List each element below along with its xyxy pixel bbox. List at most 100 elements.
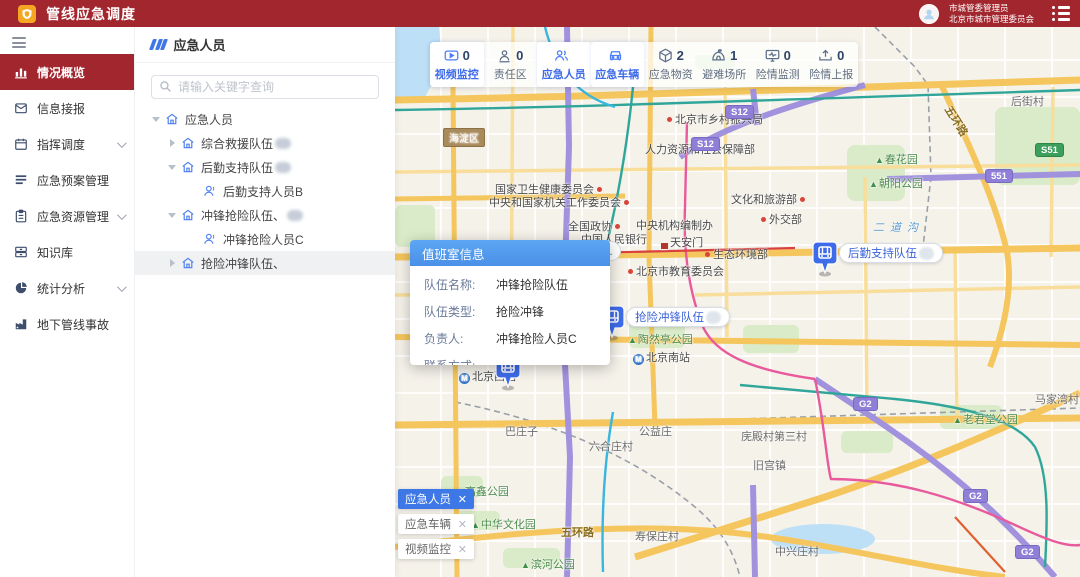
person-icon [203,184,217,198]
chip-video[interactable]: 视频监控✕ [398,539,474,559]
marker-label-logistics-team[interactable]: 后勤支持队伍 [839,243,943,263]
tree-node-label: 综合救援队伍 [201,135,273,152]
tree-node-team[interactable]: 冲锋抢险队伍、 [135,203,395,227]
sidebar: 情况概览 信息接报 指挥调度 应急预案管理 应急资源管理 知识库 统计分析 地下… [0,27,135,577]
marker-label-rescue-team[interactable]: 抢险冲锋队伍 [626,307,730,327]
layer-chips: 应急人员✕ 应急车辆✕ 视频监控✕ [398,489,474,559]
sidebar-item-pipeline-accident[interactable]: 地下管线事故 [0,306,134,342]
duty-room-info-popup: 值班室信息 队伍名称:冲锋抢险队伍 队伍类型:抢险冲锋 负责人:冲锋抢险人员C … [410,240,610,365]
tree-node-root[interactable]: 应急人员 [135,107,395,131]
sidebar-item-knowledge[interactable]: 知识库 [0,234,134,270]
map-label: 生态环境部 [705,246,768,262]
map-label: 北京市教育委员会 [628,263,724,279]
map-canvas[interactable]: 海淀区 北京市乡村振兴局 人力资源和社会保障部 国家卫生健康委员会 中央和国家机… [395,27,1080,577]
expand-icon[interactable] [170,139,175,147]
tree-node-person[interactable]: 后勤支持人员B [135,179,395,203]
search-icon [159,80,172,93]
toolbar-item-vehicle[interactable]: 应急车辆 [591,42,645,87]
panel-title-icon [151,39,166,50]
map-layer-toolbar: 0 视频监控 0 责任区 应急人员 应急车辆 2 应急物资 1 避难场所 0 险… [430,42,858,87]
toolbar-item-zone[interactable]: 0 责任区 [484,42,538,87]
road-badge: S12 [691,137,720,151]
chevron-down-icon [117,210,127,220]
panel-title: 应急人员 [174,35,226,54]
tree-node-team[interactable]: 综合救援队伍 [135,131,395,155]
field-label: 队伍类型: [424,303,496,320]
chevron-down-icon [117,282,127,292]
road-badge: G2 [1015,545,1040,559]
tree-node-team-selected[interactable]: 抢险冲锋队伍、 [135,251,395,275]
home-icon [181,256,195,270]
tree-node-label: 冲锋抢险人员C [223,231,304,248]
upload-icon [818,48,833,63]
tree-node-person[interactable]: 冲锋抢险人员C [135,227,395,251]
close-icon[interactable]: ✕ [458,543,467,556]
home-icon [181,136,195,150]
search-input[interactable] [151,75,379,99]
user-avatar[interactable] [919,4,939,24]
toolbar-item-hazard-report[interactable]: 0 险情上报 [805,42,859,87]
tent-icon [711,48,726,63]
metro-icon: M [633,354,644,365]
tiananmen-icon: ▄ [661,238,668,249]
tree-node-label: 冲锋抢险队伍、 [201,207,285,224]
map-marker-logistics-team[interactable] [812,241,838,277]
emergency-personnel-panel: 应急人员 应急人员 综合救援队伍 后勤支持队伍 后勤支持人员B 冲锋抢险队伍、 [135,27,395,577]
sidebar-item-label: 指挥调度 [37,136,85,153]
toolbar-item-shelter[interactable]: 1 避难场所 [698,42,752,87]
map-label: ▲中华文化园 [471,516,536,532]
chip-personnel[interactable]: 应急人员✕ [398,489,474,509]
sidebar-item-plan-mgmt[interactable]: 应急预案管理 [0,162,134,198]
collapse-icon[interactable] [152,117,160,122]
toolbar-item-supplies[interactable]: 2 应急物资 [644,42,698,87]
home-icon [181,208,195,222]
sidebar-collapse-icon[interactable] [12,37,26,48]
chart-icon [14,65,28,79]
map-label: M北京南站 [633,349,690,365]
tree-node-label: 后勤支持人员B [223,183,303,200]
map-label: 中央和国家机关工作委员会 [489,194,629,210]
tree-icon: ▲ [875,155,884,165]
redacted-text [275,162,291,173]
sidebar-item-overview[interactable]: 情况概览 [0,54,134,90]
close-icon[interactable]: ✕ [458,493,467,506]
toolbar-item-hazard-monitor[interactable]: 0 险情监测 [751,42,805,87]
expand-icon[interactable] [170,259,175,267]
chevron-down-icon [117,138,127,148]
sidebar-item-resource-mgmt[interactable]: 应急资源管理 [0,198,134,234]
calendar-icon [14,137,28,151]
sidebar-item-statistics[interactable]: 统计分析 [0,270,134,306]
map-label: 马家湾村 [1035,391,1079,407]
collapse-icon[interactable] [168,213,176,218]
app-title: 管线应急调度 [46,4,136,24]
home-icon [165,112,179,126]
home-icon [181,160,195,174]
field-value: 冲锋抢险人员C [496,330,577,347]
person-icon [203,232,217,246]
map-label: 五环路 [561,524,594,540]
sidebar-item-label: 信息接报 [37,100,85,117]
toolbar-item-personnel[interactable]: 应急人员 [537,42,591,87]
map-label: ▲老君堂公园 [953,411,1018,427]
sidebar-item-dispatch[interactable]: 指挥调度 [0,126,134,162]
sidebar-item-label: 统计分析 [37,280,85,297]
map-label: ▲朝阳公园 [869,175,923,191]
app-logo-icon [18,5,36,23]
field-label: 队伍名称: [424,276,496,293]
map-label: 公益庄 [639,423,672,439]
popup-title: 值班室信息 [410,240,610,266]
close-icon[interactable]: ✕ [458,518,467,531]
sidebar-item-label: 应急资源管理 [37,208,109,225]
chip-vehicle[interactable]: 应急车辆✕ [398,514,474,534]
app-header: 管线应急调度 市城管委管理员 北京市城市管理委员会 [0,0,1080,27]
toolbar-item-video[interactable]: 0 视频监控 [430,42,484,87]
personnel-tree: 应急人员 综合救援队伍 后勤支持队伍 后勤支持人员B 冲锋抢险队伍、 冲锋抢险人… [135,107,395,275]
pie-icon [14,281,28,295]
sidebar-item-info-report[interactable]: 信息接报 [0,90,134,126]
user-org: 北京市城市管理委员会 [949,14,1034,25]
map-label: 旧宫镇 [753,457,786,473]
tree-node-team[interactable]: 后勤支持队伍 [135,155,395,179]
map-label: ▲春花园 [875,151,918,167]
header-menu-icon[interactable] [1052,6,1070,21]
collapse-icon[interactable] [168,165,176,170]
